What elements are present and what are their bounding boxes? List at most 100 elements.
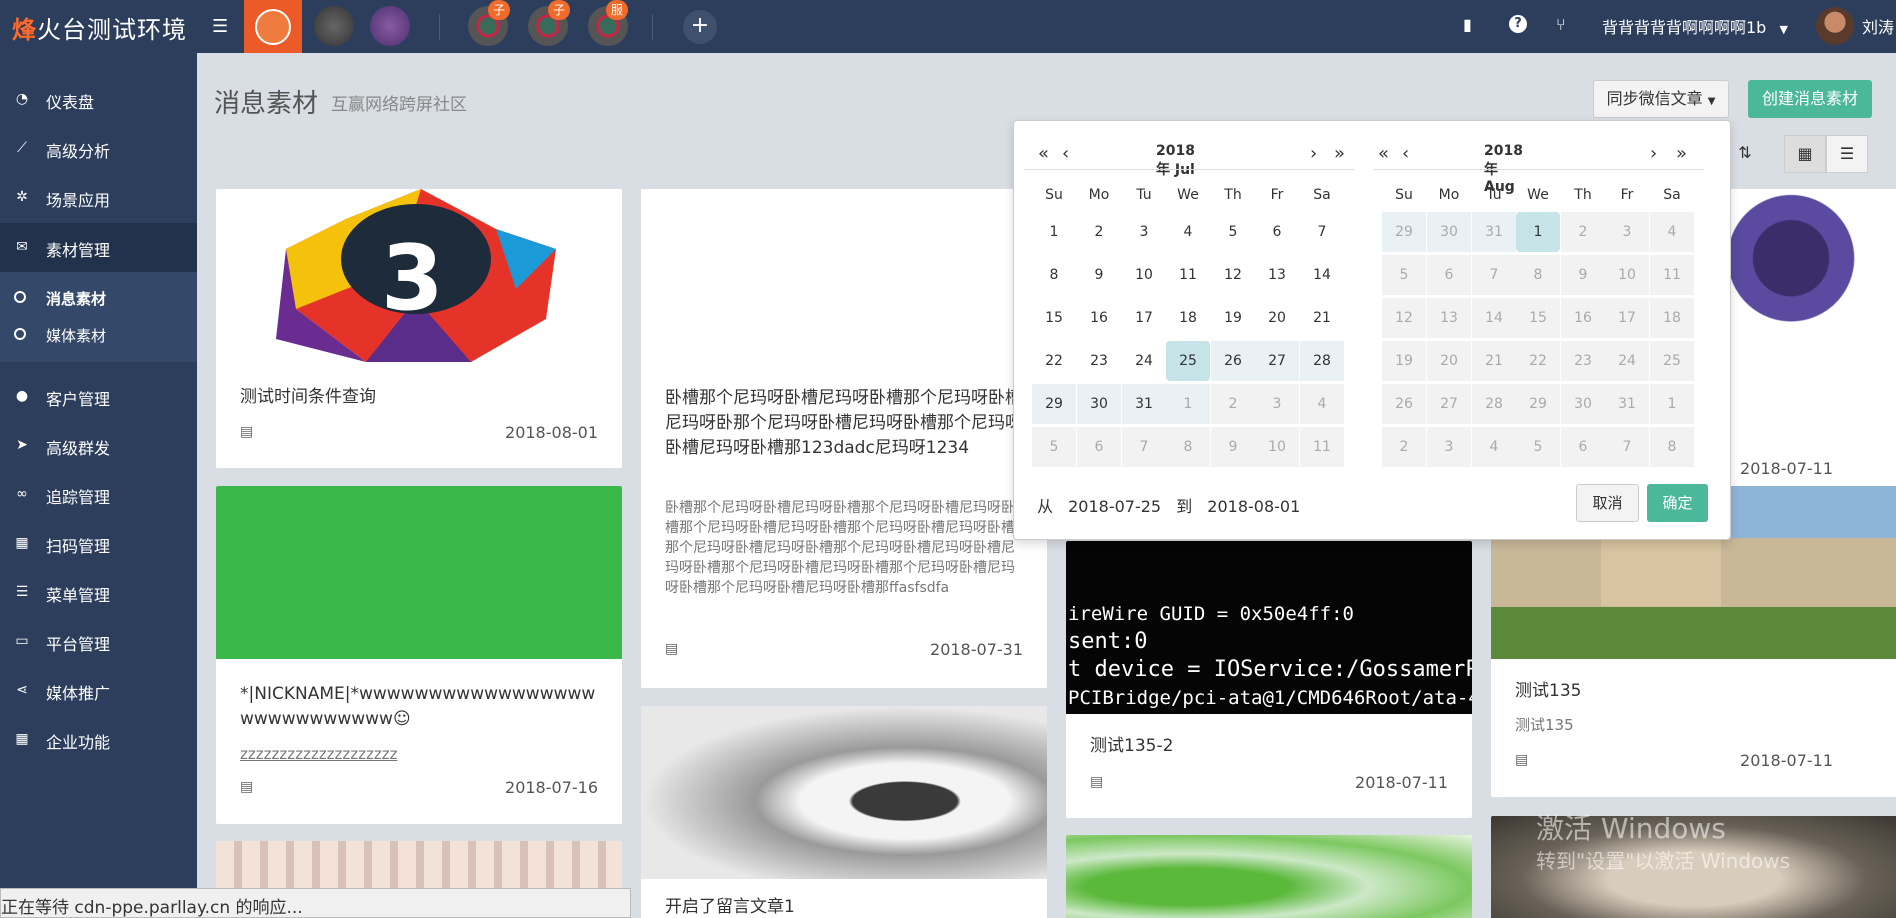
sidebar-item-media-promo[interactable]: ⋖ 媒体推广 [0,666,197,715]
prev-month-icon[interactable]: ‹ [1062,143,1069,164]
cancel-button[interactable]: 取消 [1576,484,1639,522]
calendar-day[interactable]: 20 [1255,298,1299,338]
calendar-day[interactable]: 1 [1650,384,1694,424]
calendar-day[interactable]: 13 [1255,255,1299,295]
calendar-day[interactable]: 10 [1255,427,1299,467]
confirm-button[interactable]: 确定 [1647,484,1708,522]
calendar-day[interactable]: 29 [1382,212,1426,252]
sidebar-item-customers[interactable]: ● 客户管理 [0,372,197,421]
calendar-day[interactable]: 3 [1255,384,1299,424]
material-card[interactable]: 3 测试时间条件查询 ▤ 2018-08-01 [216,189,622,468]
list-view-button[interactable]: ☰ [1826,135,1868,173]
calendar-day[interactable]: 27 [1255,341,1299,381]
sidebar-item-tracking[interactable]: ∞ 追踪管理 [0,470,197,519]
create-material-button[interactable]: 创建消息素材 [1748,80,1872,118]
calendar-day[interactable]: 4 [1650,212,1694,252]
book-icon[interactable]: ▮ [1463,15,1472,34]
calendar-day[interactable]: 11 [1300,427,1344,467]
avatar[interactable] [1816,7,1854,45]
calendar-day[interactable]: 4 [1472,427,1516,467]
sidebar-item-dashboard[interactable]: ◔ 仪表盘 [0,75,197,124]
calendar-day[interactable]: 28 [1300,341,1344,381]
sync-wechat-button[interactable]: 同步微信文章 ▼ [1593,80,1729,118]
calendar-day[interactable]: 5 [1032,427,1076,467]
calendar-day[interactable]: 6 [1561,427,1605,467]
calendar-day[interactable]: 2 [1561,212,1605,252]
calendar-day[interactable]: 25 [1650,341,1694,381]
calendar-day[interactable]: 5 [1211,212,1255,252]
calendar-day[interactable]: 8 [1166,427,1210,467]
prev-month-icon[interactable]: ‹ [1402,143,1409,164]
calendar-day[interactable]: 3 [1427,427,1471,467]
add-app-button[interactable]: + [683,10,717,44]
menu-toggle-icon[interactable]: ☰ [212,16,228,37]
calendar-day[interactable]: 2 [1211,384,1255,424]
calendar-day[interactable]: 5 [1382,255,1426,295]
calendar-day[interactable]: 6 [1077,427,1121,467]
user-name[interactable]: 刘涛 [1862,14,1894,38]
calendar-day[interactable]: 1 [1166,384,1210,424]
calendar-day[interactable]: 26 [1211,341,1255,381]
calendar-day[interactable]: 12 [1211,255,1255,295]
calendar-day[interactable]: 9 [1561,255,1605,295]
next-month-icon[interactable]: › [1310,143,1317,164]
calendar-day[interactable]: 3 [1605,212,1649,252]
grid-view-button[interactable]: ▦ [1784,135,1826,173]
calendar-day[interactable]: 4 [1300,384,1344,424]
calendar-day[interactable]: 10 [1122,255,1166,295]
material-card[interactable]: 卧槽那个尼玛呀卧槽尼玛呀卧槽那个尼玛呀卧槽尼玛呀卧那个尼玛呀卧槽尼玛呀卧槽那个尼… [641,189,1047,688]
calendar-day[interactable]: 30 [1561,384,1605,424]
calendar-day[interactable]: 23 [1077,341,1121,381]
sidebar-item-scenes[interactable]: ✲ 场景应用 [0,173,197,222]
calendar-day[interactable]: 7 [1605,427,1649,467]
next-year-icon[interactable]: » [1676,143,1687,164]
calendar-day[interactable]: 24 [1122,341,1166,381]
sidebar-subitem-media-materials[interactable]: 媒体素材 [0,317,197,353]
sort-button[interactable]: ⇅ [1727,135,1763,173]
calendar-day[interactable]: 31 [1122,384,1166,424]
calendar-day[interactable]: 31 [1472,212,1516,252]
calendar-day[interactable]: 18 [1650,298,1694,338]
calendar-day[interactable]: 14 [1472,298,1516,338]
sidebar-item-enterprise[interactable]: ▦ 企业功能 [0,715,197,764]
app-logo[interactable]: 烽火台测试环境 [12,10,187,45]
sidebar-item-mass-send[interactable]: ➤ 高级群发 [0,421,197,470]
material-card[interactable]: ireWire GUID = 0x50e4ff:0 sent:0 t devic… [1066,541,1472,818]
next-month-icon[interactable]: › [1650,143,1657,164]
material-card[interactable]: *|NICKNAME|*wwwwwwwwwwwwwwwwwwwwwwwwwwww… [216,486,622,824]
calendar-day[interactable]: 5 [1516,427,1560,467]
branch-icon[interactable]: ⑂ [1556,15,1566,34]
calendar-day[interactable]: 2 [1077,212,1121,252]
calendar-day[interactable]: 7 [1300,212,1344,252]
sidebar-item-qrcode[interactable]: ▦ 扫码管理 [0,519,197,568]
prev-year-icon[interactable]: « [1038,143,1049,164]
calendar-day[interactable]: 23 [1561,341,1605,381]
calendar-day[interactable]: 18 [1166,298,1210,338]
calendar-day[interactable]: 15 [1032,298,1076,338]
calendar-day[interactable]: 16 [1561,298,1605,338]
next-year-icon[interactable]: » [1334,143,1345,164]
calendar-day[interactable]: 31 [1605,384,1649,424]
calendar-day[interactable]: 22 [1516,341,1560,381]
calendar-day[interactable]: 12 [1382,298,1426,338]
app-tile-active[interactable] [244,0,302,53]
calendar-day[interactable]: 7 [1472,255,1516,295]
calendar-day[interactable]: 30 [1427,212,1471,252]
calendar-day[interactable]: 11 [1166,255,1210,295]
calendar-day[interactable]: 15 [1516,298,1560,338]
calendar-day[interactable]: 30 [1077,384,1121,424]
calendar-day[interactable]: 1 [1032,212,1076,252]
prev-year-icon[interactable]: « [1378,143,1389,164]
calendar-day[interactable]: 9 [1211,427,1255,467]
calendar-day[interactable]: 29 [1032,384,1076,424]
sidebar-subitem-message-materials[interactable]: 消息素材 [0,280,197,316]
calendar-day[interactable]: 10 [1605,255,1649,295]
calendar-day[interactable]: 22 [1032,341,1076,381]
calendar-day[interactable]: 21 [1300,298,1344,338]
calendar-day[interactable]: 2 [1382,427,1426,467]
calendar-day[interactable]: 8 [1516,255,1560,295]
calendar-day[interactable]: 8 [1032,255,1076,295]
calendar-day[interactable]: 27 [1427,384,1471,424]
calendar-day[interactable]: 14 [1300,255,1344,295]
app-tile-3[interactable] [370,6,410,46]
